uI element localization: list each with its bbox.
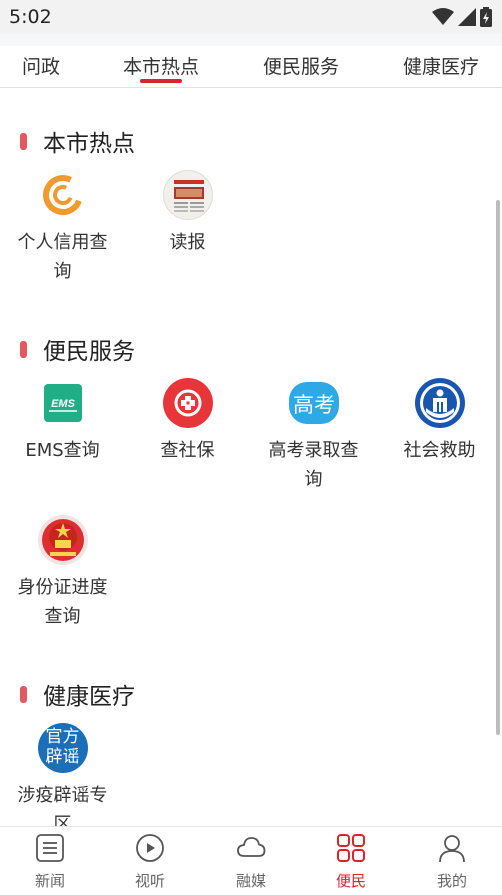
scrollbar[interactable] (496, 200, 500, 735)
nav-label: 便民 (335, 872, 366, 890)
active-tab-indicator (140, 79, 182, 83)
nav-label: 视听 (134, 872, 165, 890)
section-header: 健康医疗 (20, 677, 135, 711)
service-read-newspaper[interactable]: 读报 (125, 170, 250, 257)
item-label: 涉疫辟谣专区 (17, 785, 108, 826)
header-strip (0, 34, 502, 46)
service-social-security[interactable]: 查社保 (125, 378, 250, 465)
rumor-refute-icon-text: 官方辟谣 (45, 727, 80, 767)
section-marker (20, 685, 27, 703)
tab-health[interactable]: 健康医疗 (403, 52, 479, 79)
tab-services[interactable]: 便民服务 (263, 52, 339, 79)
tab-wenzheng[interactable]: 问政 (22, 52, 60, 79)
news-icon (36, 834, 64, 862)
nav-media[interactable]: 融媒 (201, 827, 301, 895)
item-label: 身份证进度查询 (17, 577, 108, 627)
service-id-card-progress[interactable]: 身份证进度查询 (0, 515, 125, 631)
service-gaokao-query[interactable]: 高考 高考录取查询 (251, 378, 376, 494)
section-marker (20, 132, 27, 150)
nav-services[interactable]: 便民 (301, 827, 401, 895)
rumor-refute-icon: 官方辟谣 (37, 723, 88, 773)
nav-label: 融媒 (235, 872, 266, 890)
credit-query-icon (38, 170, 88, 220)
wifi-icon (432, 8, 454, 25)
svg-text:EMS: EMS (51, 398, 76, 410)
service-rumor-refute[interactable]: 官方辟谣 涉疫辟谣专区 (0, 723, 125, 826)
section-title: 健康医疗 (43, 684, 135, 710)
social-aid-icon (414, 378, 465, 428)
item-label: 高考录取查询 (268, 440, 359, 490)
section-header: 本市热点 (20, 124, 135, 158)
item-label: 读报 (169, 232, 206, 253)
bottom-nav: 新闻 视听 融媒 便民 我的 (0, 826, 502, 894)
play-icon (136, 834, 164, 862)
category-tabs: 问政 本市热点 便民服务 健康医疗 (0, 46, 502, 88)
grid-icon (337, 834, 365, 862)
newspaper-icon (162, 170, 213, 220)
section-title: 便民服务 (43, 339, 135, 365)
status-time: 5:02 (9, 6, 52, 28)
gaokao-icon: 高考 (288, 382, 339, 424)
nav-news[interactable]: 新闻 (0, 827, 100, 895)
item-label: EMS查询 (25, 440, 100, 461)
svg-text:高考: 高考 (293, 393, 335, 417)
signal-icon (458, 8, 476, 26)
service-social-aid[interactable]: 社会救助 (377, 378, 502, 465)
section-title: 本市热点 (43, 131, 135, 157)
item-label: 查社保 (160, 440, 215, 461)
service-credit-query[interactable]: 个人信用查询 (0, 170, 125, 286)
social-security-icon (162, 378, 213, 428)
item-label: 社会救助 (403, 440, 476, 461)
id-card-emblem-icon (37, 515, 88, 565)
status-icons (432, 7, 492, 27)
content-area[interactable]: 本市热点 个人信用查询 读报 便民服务 EMS EMS查询 查社保 高考 高考录… (0, 88, 502, 826)
nav-video[interactable]: 视听 (100, 827, 200, 895)
nav-label: 新闻 (34, 872, 65, 890)
nav-label: 我的 (436, 872, 467, 890)
battery-icon (480, 7, 492, 27)
section-header: 便民服务 (20, 332, 135, 366)
ems-icon: EMS (43, 384, 82, 422)
section-marker (20, 340, 27, 358)
nav-mine[interactable]: 我的 (402, 827, 502, 895)
tab-hotspots[interactable]: 本市热点 (123, 52, 199, 79)
service-ems-query[interactable]: EMS EMS查询 (0, 378, 125, 465)
cloud-icon (237, 837, 266, 857)
item-label: 个人信用查询 (17, 232, 108, 282)
person-icon (439, 835, 465, 863)
status-bar: 5:02 (0, 0, 502, 34)
